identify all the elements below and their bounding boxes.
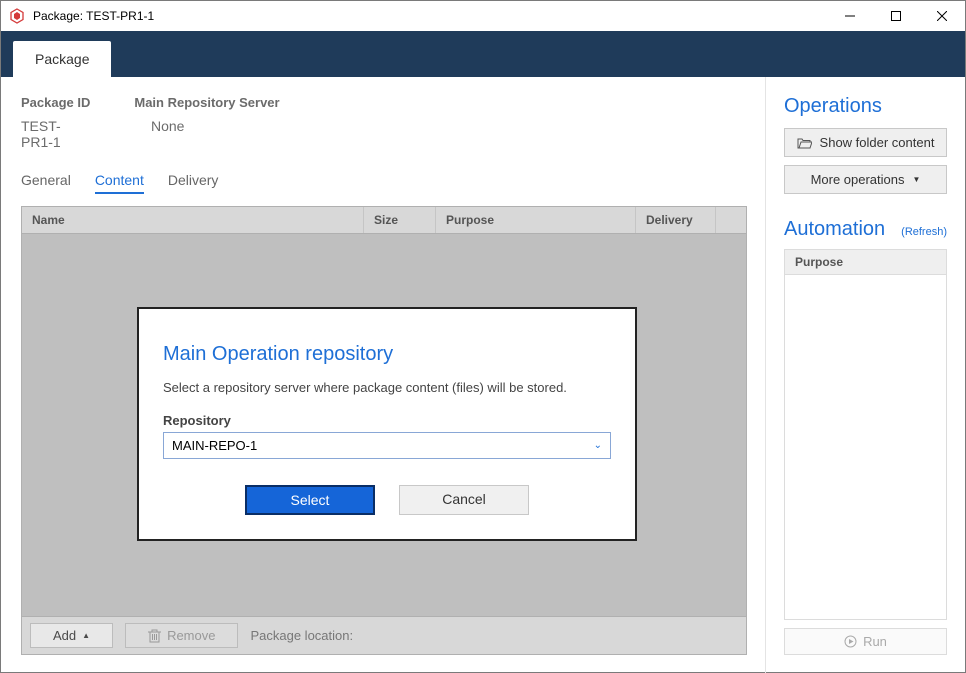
col-size[interactable]: Size xyxy=(364,207,436,233)
minimize-button[interactable] xyxy=(827,1,873,31)
more-operations-label: More operations xyxy=(811,172,905,187)
side-panel: Operations Show folder content More oper… xyxy=(765,77,965,673)
add-button[interactable]: Add ▲ xyxy=(30,623,113,648)
repository-dialog: Main Operation repository Select a repos… xyxy=(137,307,637,541)
package-id-label: Package ID xyxy=(21,95,90,110)
repo-server-label: Main Repository Server xyxy=(134,95,279,110)
window-title: Package: TEST-PR1-1 xyxy=(33,9,827,23)
run-button[interactable]: Run xyxy=(784,628,947,655)
more-operations-button[interactable]: More operations ▼ xyxy=(784,165,947,194)
col-name[interactable]: Name xyxy=(22,207,364,233)
header-strip: Package xyxy=(1,31,965,77)
dialog-description: Select a repository server where package… xyxy=(163,380,611,395)
tab-general[interactable]: General xyxy=(21,172,71,194)
repository-field-label: Repository xyxy=(163,413,611,428)
content-tabs: General Content Delivery xyxy=(21,172,747,194)
add-label: Add xyxy=(53,628,76,643)
automation-title: Automation xyxy=(784,218,885,241)
operations-title: Operations xyxy=(784,95,947,118)
tab-content[interactable]: Content xyxy=(95,172,144,194)
tab-delivery[interactable]: Delivery xyxy=(168,172,219,194)
package-location-label: Package location: xyxy=(250,628,353,643)
col-delivery[interactable]: Delivery xyxy=(636,207,716,233)
show-folder-button[interactable]: Show folder content xyxy=(784,128,947,157)
repository-selected-value: MAIN-REPO-1 xyxy=(172,438,257,453)
titlebar: Package: TEST-PR1-1 xyxy=(1,1,965,31)
automation-body xyxy=(785,275,946,619)
repository-select[interactable]: MAIN-REPO-1 ⌄ xyxy=(163,432,611,459)
automation-col-purpose[interactable]: Purpose xyxy=(785,250,946,275)
col-purpose[interactable]: Purpose xyxy=(436,207,636,233)
automation-table: Purpose xyxy=(784,249,947,620)
select-button[interactable]: Select xyxy=(245,485,375,515)
chevron-down-icon: ⌄ xyxy=(594,440,602,451)
refresh-link[interactable]: (Refresh) xyxy=(901,226,947,238)
app-icon xyxy=(9,8,25,24)
package-id-value: TEST-PR1-1 xyxy=(21,118,91,150)
table-toolbar: Add ▲ Remove Package location: xyxy=(22,616,746,654)
play-icon xyxy=(844,635,857,648)
trash-icon xyxy=(148,629,161,643)
close-button[interactable] xyxy=(919,1,965,31)
content-table: Name Size Purpose Delivery Add ▲ Remove … xyxy=(21,206,747,655)
remove-label: Remove xyxy=(167,628,215,643)
run-label: Run xyxy=(863,634,887,649)
caret-down-icon: ▼ xyxy=(913,175,921,184)
caret-up-icon: ▲ xyxy=(82,631,90,640)
main-pane: Package ID Main Repository Server TEST-P… xyxy=(1,77,765,673)
show-folder-label: Show folder content xyxy=(820,135,935,150)
dialog-title: Main Operation repository xyxy=(163,343,611,366)
header-tab-package[interactable]: Package xyxy=(13,41,111,77)
maximize-button[interactable] xyxy=(873,1,919,31)
col-spacer xyxy=(716,207,746,233)
repo-server-value: None xyxy=(151,118,184,150)
remove-button[interactable]: Remove xyxy=(125,623,238,648)
cancel-button[interactable]: Cancel xyxy=(399,485,529,515)
folder-open-icon xyxy=(797,137,812,149)
